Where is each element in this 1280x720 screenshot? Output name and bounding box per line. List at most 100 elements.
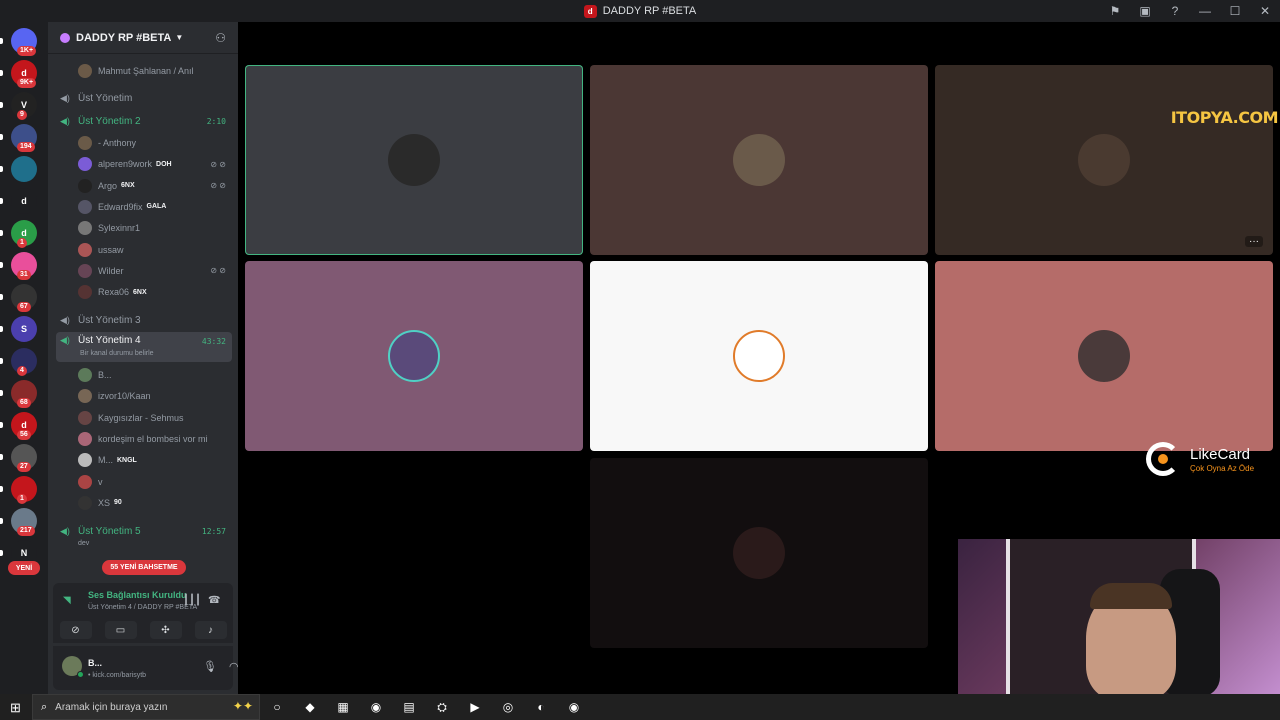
voice-user[interactable]: Kaygısızlar - Sehmus — [78, 409, 228, 427]
server-icon[interactable]: S — [11, 316, 37, 342]
voice-user[interactable]: XS 90 — [78, 494, 228, 512]
voice-user[interactable]: v — [78, 473, 228, 491]
streamer-webcam — [958, 539, 1280, 697]
flag-icon[interactable]: ⚑ — [1100, 4, 1130, 18]
disconnect-icon[interactable]: ☎ — [208, 595, 220, 606]
unread-indicator — [0, 230, 3, 236]
channel-status[interactable]: Bir kanal durumu belirle — [80, 350, 154, 357]
unread-indicator — [0, 326, 3, 332]
soundboard-icon[interactable]: ♪ — [194, 621, 227, 639]
voice-user[interactable]: alperen9work DOH ⊘ ⊘ — [78, 155, 228, 173]
participant-avatar — [733, 330, 785, 382]
online-status-icon — [77, 671, 84, 678]
close-icon[interactable]: ✕ — [1250, 4, 1280, 18]
minimize-icon[interactable]: — — [1190, 4, 1220, 18]
files-icon[interactable]: ▤ — [399, 697, 419, 717]
signal-icon[interactable]: ◥ — [63, 595, 71, 606]
voice-status[interactable]: Ses Bağlantısı Kuruldu — [88, 590, 187, 600]
video-tile[interactable] — [590, 65, 928, 255]
voice-user[interactable]: M... KNGL — [78, 451, 228, 469]
unread-indicator — [0, 358, 3, 364]
user-name[interactable]: B... — [88, 658, 102, 668]
window-controls: ⚑ ▣ ? — ☐ ✕ — [1100, 0, 1280, 22]
app3-icon[interactable]: ◎ — [498, 697, 518, 717]
server-icon[interactable]: d — [11, 188, 37, 214]
user-custom-status: • kick.com/barisytb — [88, 672, 147, 679]
chrome-icon[interactable]: ◉ — [366, 697, 386, 717]
mention-count-badge: 68 — [17, 398, 31, 408]
app2-icon[interactable]: ▶ — [465, 697, 485, 717]
voice-user[interactable]: - Anthony — [78, 134, 228, 152]
voice-user[interactable]: Mahmut Şahlanan / Anıl — [78, 62, 228, 80]
mentions-badge[interactable]: 55 YENİ BAHSETME — [102, 560, 186, 575]
steam-icon[interactable]: ⛭ — [432, 697, 452, 717]
video-tile[interactable] — [245, 65, 583, 255]
video-tile[interactable]: ··· — [935, 65, 1273, 255]
cortana-icon[interactable]: ○ — [267, 697, 287, 717]
windows-start-icon[interactable]: ⊞ — [10, 700, 21, 716]
mention-count-badge: 1 — [17, 494, 27, 504]
search-placeholder: Aramak için buraya yazın — [55, 701, 168, 713]
guild-header[interactable]: DADDY RP #BETA ▼ ⚇ — [48, 22, 238, 54]
avatar — [78, 136, 92, 150]
channel-timer: 43:32 — [201, 337, 226, 346]
channel-status: dev — [78, 540, 90, 547]
mention-count-badge: 194 — [17, 142, 35, 152]
participant-avatar — [388, 330, 440, 382]
store-icon[interactable]: ▦ — [333, 697, 353, 717]
invite-icon[interactable]: ⚇ — [215, 31, 226, 45]
voice-channel[interactable]: ◀) Üst Yönetim 3 — [56, 310, 232, 330]
muted-deafened-icon: ⊘ ⊘ — [210, 159, 226, 169]
taskbar: ⊞ ⌕ Aramak için buraya yazın ✦✦ ○ ◆ ▦ ◉ ▤ ⛭ ▶ ◎… — [0, 694, 1280, 720]
monitor-icon[interactable]: ▣ — [1130, 4, 1160, 18]
unread-indicator — [0, 294, 3, 300]
camera-off-icon[interactable]: ⊘ — [59, 621, 92, 639]
voice-channel[interactable]: ◀) Üst Yönetim 5 12:57 — [56, 521, 232, 541]
mention-count-badge: 1K+ — [17, 46, 37, 56]
voice-user[interactable]: B... — [78, 366, 228, 384]
discord-icon[interactable]: ◐ — [531, 697, 551, 717]
video-tile[interactable] — [590, 261, 928, 451]
unread-indicator — [0, 390, 3, 396]
speaker-live-icon: ◀) — [60, 525, 70, 536]
user-tag-badge: DOH — [156, 160, 172, 168]
mention-count-badge: 9 — [17, 110, 27, 120]
voice-channel[interactable]: ◀) Üst Yönetim 2 2:10 — [56, 111, 232, 131]
unread-indicator — [0, 70, 3, 76]
new-badge[interactable]: YENİ — [8, 561, 40, 575]
voice-user[interactable]: Edward9fix GALA — [78, 198, 228, 216]
server-icon[interactable] — [11, 156, 37, 182]
voice-channel-path[interactable]: Üst Yönetim 4 / DADDY RP #BETA — [88, 604, 197, 611]
voice-user[interactable]: Argo 6NX ⊘ ⊘ — [78, 177, 228, 195]
taskbar-search[interactable]: ⌕ Aramak için buraya yazın ✦✦ — [32, 694, 260, 720]
video-tile[interactable] — [935, 261, 1273, 451]
chrome2-icon[interactable]: ◉ — [564, 697, 584, 717]
sponsor-tagline: Çok Oyna Az Öde — [1190, 464, 1255, 473]
video-tile[interactable] — [245, 261, 583, 451]
maximize-icon[interactable]: ☐ — [1220, 4, 1250, 18]
participant-avatar — [1078, 330, 1130, 382]
voice-channel[interactable]: ◀) Üst Yönetim — [56, 88, 232, 108]
voice-user-name: XS — [98, 497, 111, 508]
channel-name: Üst Yönetim 3 — [78, 314, 141, 326]
voice-user[interactable]: Rexa06 6NX — [78, 283, 228, 301]
activities-icon[interactable]: ✣ — [149, 621, 182, 639]
app-window: d DADDY RP #BETA ⚑ ▣ ? — ☐ ✕ 1K+ d 9K+ V 9 19… — [0, 0, 1280, 720]
voice-user[interactable]: Wilder ⊘ ⊘ — [78, 262, 228, 280]
unread-indicator — [0, 518, 3, 524]
voice-user-name: Sylexinnr1 — [98, 223, 141, 234]
noise-suppression-icon[interactable]: ┃┃┃ — [183, 595, 201, 606]
voice-user[interactable]: izvor10/Kaan — [78, 387, 228, 405]
voice-user[interactable]: Sylexinnr1 — [78, 219, 228, 237]
more-options-icon[interactable]: ··· — [1245, 236, 1263, 247]
voice-channel-selected[interactable]: ◀) Üst Yönetim 4 43:32 Bir kanal durumu … — [56, 332, 232, 362]
video-tile[interactable] — [590, 458, 928, 648]
speaker-icon: ◀) — [60, 92, 70, 103]
voice-user[interactable]: ussaw — [78, 241, 228, 259]
voice-user-name: v — [98, 476, 103, 487]
voice-user[interactable]: kordeşim el bombesi vor mi — [78, 430, 228, 448]
microphone-icon[interactable]: 🎙 — [203, 660, 217, 673]
help-icon[interactable]: ? — [1160, 4, 1190, 18]
screen-share-icon[interactable]: ▭ — [104, 621, 137, 639]
app-icon[interactable]: ◆ — [300, 697, 320, 717]
